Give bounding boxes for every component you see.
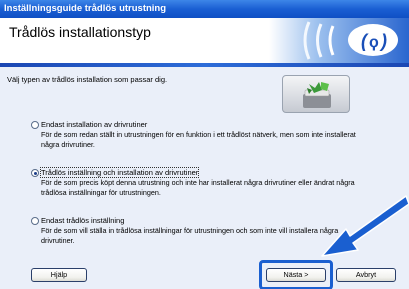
option-label[interactable]: Trådlös inställning och installation av … xyxy=(39,167,200,178)
radio-wireless-only[interactable] xyxy=(31,217,39,225)
wizard-header: Trådlös installationstyp ( ϙ ) xyxy=(0,18,409,63)
wireless-setup-icon xyxy=(282,75,350,113)
next-button-highlight xyxy=(259,260,333,289)
window-title: Inställningsguide trådlös utrustning xyxy=(4,3,167,14)
svg-text:): ) xyxy=(379,31,387,51)
radio-driver-only[interactable] xyxy=(31,121,39,129)
instruction-text: Välj typen av trådlös installation som p… xyxy=(7,75,168,84)
page-title: Trådlös installationstyp xyxy=(9,24,151,40)
svg-text:ϙ: ϙ xyxy=(369,34,379,51)
pointer-arrow-icon xyxy=(321,195,409,257)
help-button[interactable]: Hjälp xyxy=(31,268,87,282)
option-description: För de som redan ställt in utrustningen … xyxy=(41,130,356,149)
wireless-signal-icon: ( ϙ ) xyxy=(269,18,409,63)
wizard-window: Inställningsguide trådlös utrustning Trå… xyxy=(0,0,409,289)
option-label[interactable]: Endast trådlös inställning xyxy=(41,216,124,225)
radio-wireless-and-driver[interactable] xyxy=(31,169,39,177)
option-label[interactable]: Endast installation av drivrutiner xyxy=(41,120,147,129)
cancel-button[interactable]: Avbryt xyxy=(336,268,396,282)
title-bar: Inställningsguide trådlös utrustning xyxy=(0,0,409,18)
